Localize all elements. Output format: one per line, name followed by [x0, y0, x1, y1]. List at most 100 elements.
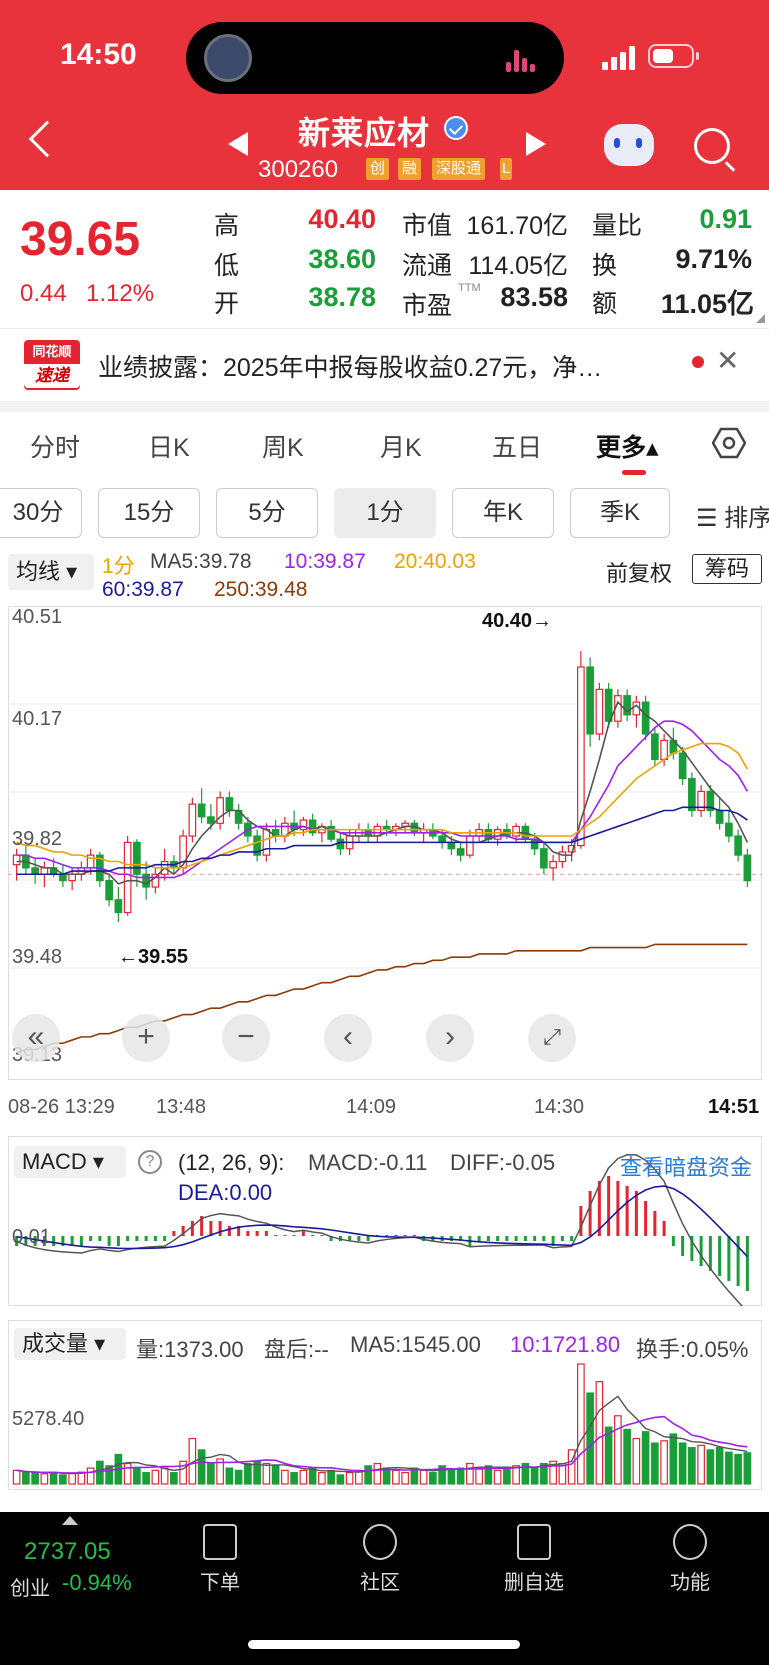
news-text[interactable]: 业绩披露：2025年中报每股收益0.27元，净…	[98, 348, 668, 384]
chouma-button[interactable]: 筹码	[692, 554, 762, 584]
volume-bar	[133, 1467, 141, 1485]
macd-bar	[727, 1236, 731, 1281]
macd-bar	[274, 1235, 278, 1236]
candle-body	[59, 873, 67, 882]
vol-ma5-value: MA5:1545.00	[350, 1332, 481, 1357]
help-icon[interactable]: ?	[138, 1150, 162, 1174]
volume-bar	[86, 1467, 95, 1485]
order-button[interactable]: 下单	[180, 1524, 260, 1595]
volume-bar	[197, 1449, 206, 1485]
collapse-icon[interactable]: «	[12, 1014, 60, 1062]
candle-body	[660, 739, 668, 761]
subtab-season-k[interactable]: 季K	[570, 488, 670, 538]
status-time: 14:50	[60, 38, 137, 71]
y-tick-4: 39.48	[12, 946, 63, 968]
ma-selector[interactable]: 均线 ▾	[8, 554, 94, 590]
vol-y-tick: 5278.40	[12, 1408, 85, 1430]
x-tick-5: 14:51	[708, 1096, 760, 1118]
volume-bar	[715, 1447, 724, 1485]
macd-selector[interactable]: MACD ▾	[14, 1146, 126, 1178]
high-value: 40.40	[308, 204, 376, 234]
tab-more[interactable]: 更多▴	[596, 428, 659, 464]
expand-index-icon[interactable]	[62, 1516, 78, 1525]
tab-five-day[interactable]: 五日	[492, 428, 542, 464]
expand-corner-icon[interactable]	[756, 314, 765, 323]
macd-bar	[163, 1236, 167, 1241]
community-button[interactable]: 社区	[340, 1524, 420, 1595]
volume-bar	[475, 1467, 483, 1485]
macd-bar	[523, 1236, 527, 1241]
volume-bar	[327, 1469, 335, 1485]
macd-bar	[412, 1235, 416, 1236]
close-news-button[interactable]: ✕	[716, 344, 739, 377]
dynamic-island[interactable]	[186, 22, 564, 94]
candle-body	[456, 848, 465, 856]
subtab-1min[interactable]: 1分	[334, 488, 436, 538]
remove-watchlist-button[interactable]: 删自选	[494, 1524, 574, 1595]
macd-bar	[79, 1236, 83, 1246]
candle-body	[595, 688, 604, 735]
volume-bar	[725, 1451, 733, 1485]
volume-bar	[577, 1363, 585, 1485]
fullscreen-icon[interactable]: ⤢	[528, 1014, 576, 1062]
robot-assistant-icon[interactable]	[604, 124, 654, 166]
low-annotation: ←39.55	[118, 946, 189, 968]
macd-bar	[486, 1236, 490, 1241]
x-tick-4: 14:30	[534, 1096, 585, 1118]
tab-month-k[interactable]: 月K	[380, 428, 422, 464]
macd-bar	[144, 1236, 148, 1241]
volume-selector[interactable]: 成交量 ▾	[14, 1328, 126, 1360]
search-icon[interactable]	[694, 128, 730, 164]
high-annotation: 40.40→	[482, 610, 553, 632]
functions-button[interactable]: 功能	[650, 1524, 730, 1595]
subtab-5min[interactable]: 5分	[216, 488, 318, 538]
fq-selector[interactable]: 前复权	[606, 556, 672, 588]
zoom-in-icon[interactable]: +	[122, 1014, 170, 1062]
tab-fenshi[interactable]: 分时	[30, 428, 80, 464]
next-stock-icon[interactable]	[526, 132, 546, 156]
prev-stock-icon[interactable]	[228, 132, 248, 156]
candle-body	[558, 851, 567, 863]
macd-bar	[514, 1236, 518, 1241]
price-change: 0.44	[20, 280, 67, 307]
macd-bar	[190, 1221, 194, 1236]
macd-bar	[394, 1235, 398, 1236]
volratio-label: 量比	[592, 212, 643, 240]
candle-body	[31, 867, 39, 875]
tab-week-k[interactable]: 周K	[262, 428, 304, 464]
scroll-right-icon[interactable]: ›	[426, 1014, 474, 1062]
settings-icon[interactable]	[712, 426, 746, 460]
candle-body	[641, 701, 650, 735]
index-value[interactable]: 2737.05	[24, 1538, 111, 1566]
vol-ma10-value: 10:1721.80	[510, 1332, 621, 1357]
ma5-value: MA5:39.78	[150, 550, 252, 573]
candle-body	[197, 803, 206, 818]
kline-chart[interactable]	[0, 606, 769, 1080]
macd-bar	[662, 1221, 666, 1236]
macd-bar	[671, 1236, 675, 1246]
stock-code: 300260	[258, 156, 339, 183]
subtab-30min[interactable]: 30分	[0, 488, 82, 538]
macd-bar	[292, 1235, 296, 1236]
volume-bar	[318, 1472, 326, 1485]
volume-bar	[262, 1462, 271, 1485]
zoom-out-icon[interactable]: −	[222, 1014, 270, 1062]
volume-bar	[697, 1444, 705, 1485]
logo-top-text: 同花顺	[32, 344, 72, 359]
subtab-year-k[interactable]: 年K	[452, 488, 554, 538]
macd-bar	[385, 1235, 389, 1236]
subtab-15min[interactable]: 15分	[98, 488, 200, 538]
tag-l: L	[500, 158, 513, 180]
back-icon[interactable]	[28, 120, 66, 158]
tab-day-k[interactable]: 日K	[148, 428, 190, 464]
volume-bar	[234, 1469, 243, 1485]
volume-bar	[123, 1462, 132, 1485]
volume-bar	[299, 1469, 308, 1485]
volume-bar	[466, 1462, 474, 1485]
dark-pool-link[interactable]: 查看暗盘资金	[620, 1150, 752, 1182]
candle-body	[466, 835, 474, 856]
scroll-left-icon[interactable]: ‹	[324, 1014, 372, 1062]
low-label: 低	[214, 252, 240, 280]
sort-button[interactable]: ☰ 排序	[696, 498, 769, 533]
volume-bar	[49, 1471, 58, 1485]
